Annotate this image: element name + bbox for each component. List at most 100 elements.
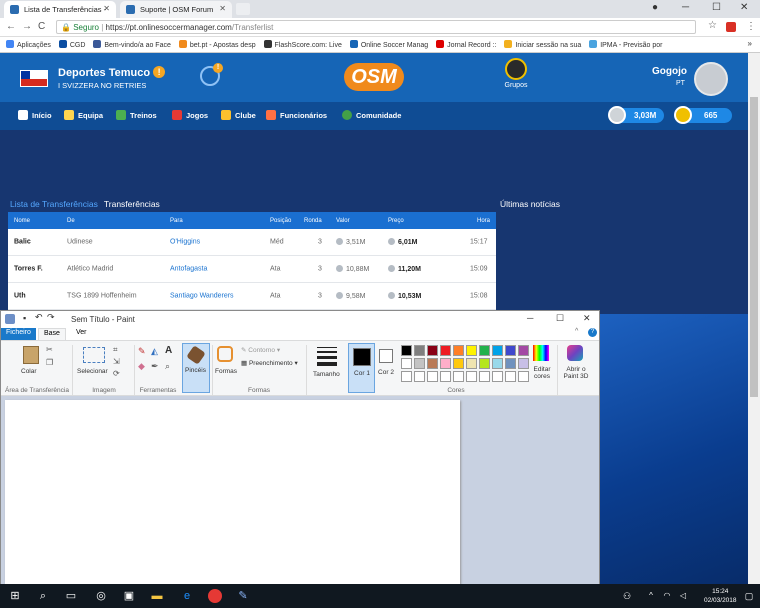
nav-funcionarios[interactable]: Funcionários: [266, 110, 327, 120]
resize-icon[interactable]: ⇲: [113, 357, 120, 366]
pencil-icon[interactable]: ✎: [138, 346, 146, 357]
tab-base[interactable]: Base: [38, 328, 66, 340]
url-input[interactable]: 🔒 Seguro | https://pt.onlinesoccermanage…: [56, 20, 696, 34]
brushes-button[interactable]: Pincéis: [182, 343, 210, 393]
close-window-button[interactable]: ✕: [740, 2, 748, 13]
color-swatch[interactable]: [453, 358, 464, 369]
search-icon[interactable]: ⌕: [36, 589, 50, 603]
chrome-icon[interactable]: [208, 589, 222, 603]
color-swatch[interactable]: [492, 371, 503, 382]
bookmark-star-icon[interactable]: ☆: [708, 20, 717, 31]
color-swatch[interactable]: [427, 371, 438, 382]
select-icon[interactable]: [83, 347, 105, 363]
color-swatch[interactable]: [427, 345, 438, 356]
bookmark-record[interactable]: Jornal Record ::: [436, 40, 497, 49]
color-swatch[interactable]: [453, 371, 464, 382]
file-explorer-icon[interactable]: ▬: [150, 589, 164, 603]
table-row[interactable]: Uth TSG 1899 Hoffenheim Santiago Wandere…: [8, 283, 496, 310]
nav-clube[interactable]: Clube: [221, 110, 256, 120]
table-row[interactable]: Balic Udinese O'Higgins Méd 3 3,51M 6,01…: [8, 229, 496, 256]
paste-icon[interactable]: [23, 346, 39, 364]
paint3d-icon[interactable]: [567, 345, 583, 361]
cut-icon[interactable]: ✂: [46, 345, 53, 354]
groups-link[interactable]: Grupos: [494, 58, 538, 89]
breadcrumb-link[interactable]: Lista de Transferências: [10, 199, 98, 209]
magnifier-icon[interactable]: ⌕: [165, 361, 170, 372]
new-tab-button[interactable]: [236, 3, 250, 15]
close-tab-icon[interactable]: ✕: [103, 4, 110, 13]
edit-colors-icon[interactable]: [533, 345, 549, 361]
collapse-ribbon-icon[interactable]: ^: [575, 328, 578, 335]
color-swatch[interactable]: [440, 345, 451, 356]
tab-transferencias[interactable]: Lista de Transferências - ✕: [4, 1, 116, 18]
edit-colors-button[interactable]: Editar cores: [529, 366, 555, 380]
fill-button[interactable]: ▦ Preenchimento ▾: [241, 359, 298, 367]
notifications-icon[interactable]: ▢: [742, 589, 756, 603]
people-icon[interactable]: ⚇: [620, 589, 634, 603]
manager-name[interactable]: Gogojo: [652, 66, 687, 77]
color-swatch[interactable]: [492, 358, 503, 369]
color-swatch[interactable]: [518, 345, 529, 356]
crop-icon[interactable]: ⌗: [113, 345, 118, 355]
color-picker-icon[interactable]: ✒: [151, 361, 159, 372]
page-scrollbar[interactable]: [748, 53, 760, 584]
color-swatch[interactable]: [505, 371, 516, 382]
alert-icon[interactable]: !: [153, 66, 166, 78]
help-icon[interactable]: ?: [588, 328, 597, 337]
color-swatch[interactable]: [401, 358, 412, 369]
color-swatch[interactable]: [414, 371, 425, 382]
shapes-button[interactable]: Formas: [215, 368, 237, 375]
copy-icon[interactable]: ❐: [46, 358, 53, 367]
color-swatch[interactable]: [414, 345, 425, 356]
redo-icon[interactable]: ↷: [47, 312, 55, 323]
select-button[interactable]: Selecionar: [77, 368, 108, 375]
color-swatch[interactable]: [505, 358, 516, 369]
color-swatch[interactable]: [466, 358, 477, 369]
back-icon[interactable]: ←: [6, 21, 16, 32]
bookmark-flashscore[interactable]: FlashScore.com: Live: [263, 40, 342, 49]
tab-ver[interactable]: Ver: [71, 328, 92, 340]
color-swatch[interactable]: [479, 345, 490, 356]
bookmark-ipma[interactable]: IPMA - Previsão por: [589, 40, 662, 49]
nav-equipa[interactable]: Equipa: [64, 110, 103, 120]
avatar[interactable]: [694, 62, 728, 96]
fill-bucket-icon[interactable]: ◭: [151, 346, 158, 357]
color-swatch[interactable]: [427, 358, 438, 369]
color-swatch[interactable]: [466, 345, 477, 356]
color-swatch[interactable]: [466, 371, 477, 382]
color-swatch[interactable]: [518, 358, 529, 369]
shapes-icon[interactable]: [217, 346, 233, 362]
bookmark-apps[interactable]: Aplicações: [6, 40, 51, 49]
bookmark-osm[interactable]: Online Soccer Manag: [349, 40, 428, 49]
size-button[interactable]: Tamanho: [313, 371, 340, 378]
extension-icon[interactable]: [726, 22, 736, 32]
color-swatch[interactable]: [401, 345, 412, 356]
tab-forum[interactable]: Suporte | OSM Forum ✕: [120, 1, 232, 18]
cortana-icon[interactable]: ◎: [94, 589, 108, 603]
color-swatch[interactable]: [440, 358, 451, 369]
bookmark-login[interactable]: Iniciar sessão na sua: [504, 40, 581, 49]
undo-icon[interactable]: ↶: [35, 312, 43, 323]
menu-dots-icon[interactable]: ⋮: [746, 21, 756, 32]
money-balance[interactable]: 3,03M: [608, 106, 664, 124]
nav-inicio[interactable]: Início: [18, 110, 52, 120]
osm-logo[interactable]: OSM: [344, 63, 404, 91]
start-icon[interactable]: ⊞: [8, 589, 22, 603]
color-swatch[interactable]: [401, 371, 412, 382]
edge-icon[interactable]: e: [180, 589, 194, 603]
wifi-icon[interactable]: ◠: [660, 589, 674, 603]
forward-icon[interactable]: →: [22, 21, 32, 32]
bookmark-facebook[interactable]: Bem-vindo/a ao Face: [93, 40, 171, 49]
reload-icon[interactable]: C: [38, 21, 45, 32]
tab-ficheiro[interactable]: Ficheiro: [1, 328, 36, 340]
rotate-icon[interactable]: ⟳: [113, 369, 120, 378]
team-name[interactable]: Deportes Temuco !: [58, 66, 166, 79]
outline-button[interactable]: ✎ Contorno ▾: [241, 346, 280, 354]
bookmark-betpt[interactable]: bet.pt - Apostas desp: [178, 40, 256, 49]
close-tab-icon[interactable]: ✕: [219, 4, 226, 13]
table-row[interactable]: Torres F. Atlético Madrid Antofagasta At…: [8, 256, 496, 283]
task-view-icon[interactable]: ▭: [64, 589, 78, 603]
volume-icon[interactable]: ◁: [676, 589, 690, 603]
paint-canvas[interactable]: [5, 400, 460, 584]
save-icon[interactable]: ▪: [23, 313, 26, 323]
